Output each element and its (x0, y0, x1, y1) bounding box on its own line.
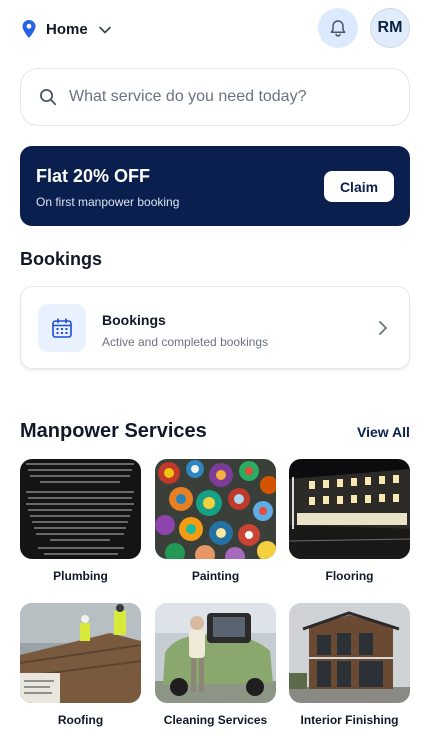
promo-subtitle: On first manpower booking (36, 195, 180, 209)
service-label: Flooring (325, 569, 374, 583)
view-all-link[interactable]: View All (357, 424, 410, 440)
bookings-heading: Bookings (20, 249, 103, 269)
service-label: Plumbing (53, 569, 108, 583)
roof-workers-photo (20, 603, 141, 703)
service-label: Painting (191, 569, 240, 583)
search-icon (40, 89, 57, 106)
bookings-card-title: Bookings (102, 312, 166, 328)
chevron-right-icon (379, 321, 387, 335)
location-label: Home (46, 20, 88, 38)
calendar-icon-badge (38, 304, 86, 352)
modern-house-photo (289, 603, 410, 703)
user-avatar[interactable]: RM (370, 8, 410, 48)
text-quote-photo (20, 459, 141, 559)
service-card-flooring[interactable]: Flooring (289, 459, 410, 583)
service-card-plumbing[interactable]: Plumbing (20, 459, 141, 583)
glass-millefiori-photo (155, 459, 276, 559)
promo-title: Flat 20% OFF (36, 166, 151, 186)
claim-button[interactable]: Claim (324, 171, 394, 202)
service-card-cleaning-services[interactable]: Cleaning Services (155, 603, 276, 727)
search-input[interactable] (69, 88, 389, 106)
service-card-painting[interactable]: Painting (155, 459, 276, 583)
service-card-interior-finishing[interactable]: Interior Finishing (289, 603, 410, 727)
search-bar[interactable] (20, 68, 410, 126)
notifications-button[interactable] (318, 8, 358, 48)
service-label: Interior Finishing (300, 713, 399, 727)
bell-icon (330, 19, 346, 37)
chevron-down-icon (98, 26, 111, 33)
service-label: Roofing (57, 713, 104, 727)
bookings-card[interactable]: Bookings Active and completed bookings (20, 286, 410, 369)
building-at-night-photo (289, 459, 410, 559)
location-selector[interactable]: Home (20, 18, 112, 40)
services-heading: Manpower Services (20, 420, 207, 442)
top-header: Home RM (0, 0, 430, 56)
location-pin-icon (22, 20, 36, 38)
man-with-vintage-car-photo (155, 603, 276, 703)
service-label: Cleaning Services (163, 713, 268, 727)
promo-banner: Flat 20% OFF On first manpower booking C… (20, 146, 410, 226)
bookings-card-subtitle: Active and completed bookings (102, 335, 269, 349)
calendar-icon (52, 318, 72, 338)
service-card-roofing[interactable]: Roofing (20, 603, 141, 727)
